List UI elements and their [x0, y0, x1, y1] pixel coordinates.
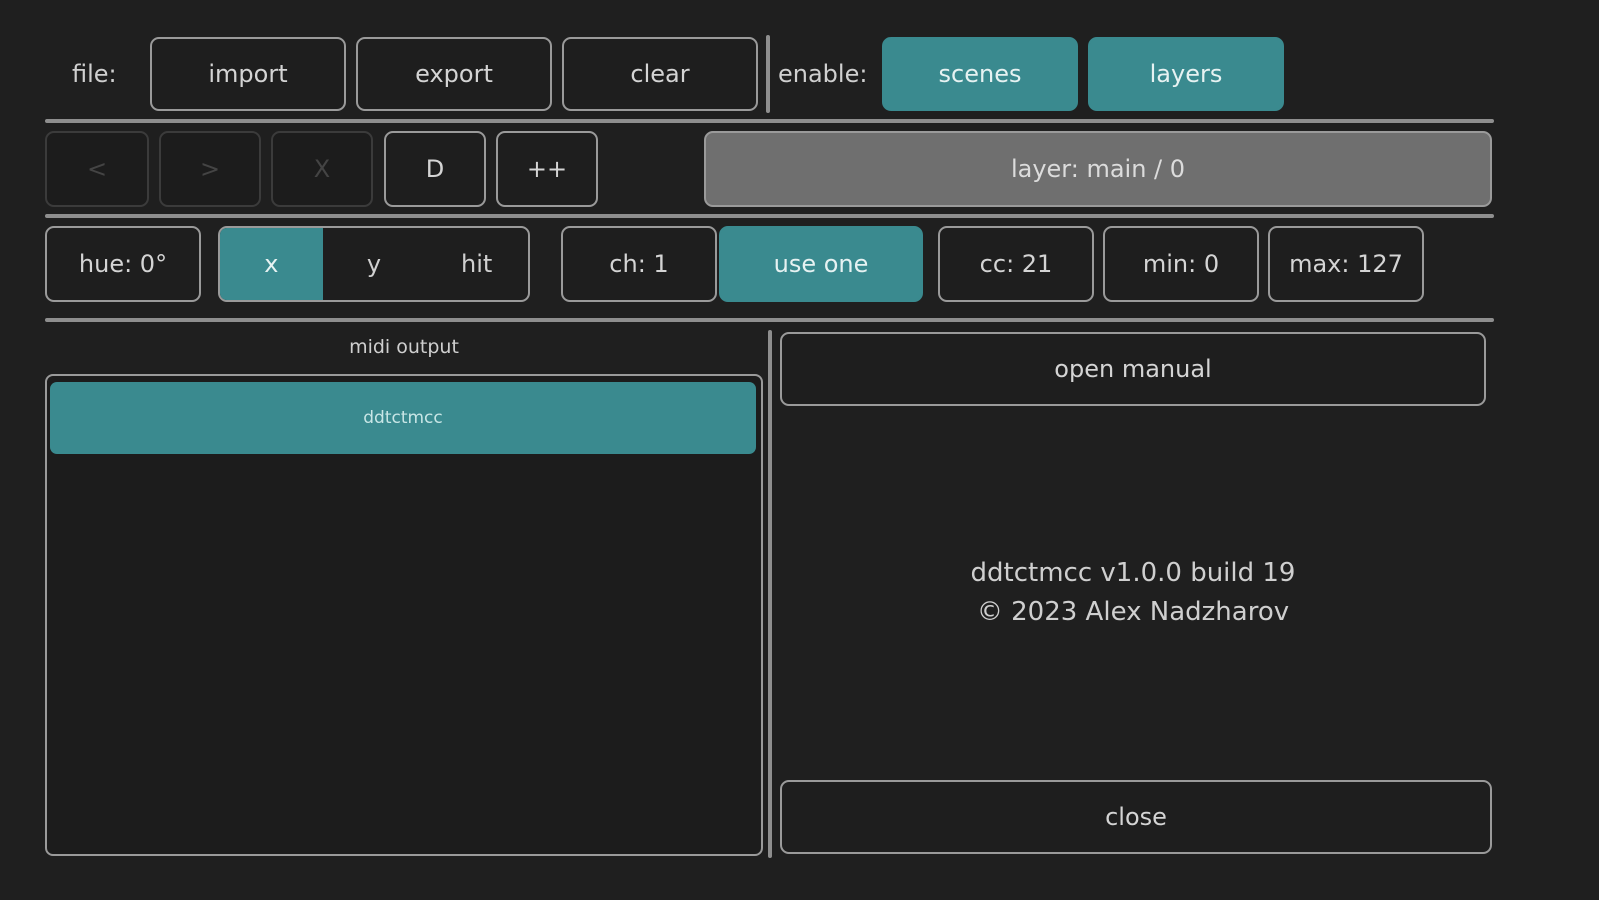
- axis-option-y[interactable]: y: [323, 228, 426, 300]
- toolbar-divider: [766, 35, 770, 113]
- channel-button[interactable]: ch: 1: [561, 226, 717, 302]
- duplicate-button[interactable]: D: [384, 131, 486, 207]
- prev-scene-button[interactable]: <: [45, 131, 149, 207]
- row-divider-1: [45, 119, 1494, 123]
- next-scene-button[interactable]: >: [159, 131, 261, 207]
- axis-option-hit[interactable]: hit: [425, 228, 528, 300]
- add-scene-button[interactable]: ++: [496, 131, 598, 207]
- midi-device-list[interactable]: ddtctmcc: [45, 374, 763, 856]
- close-button[interactable]: close: [780, 780, 1492, 854]
- midi-device-item[interactable]: ddtctmcc: [50, 382, 756, 454]
- enable-label: enable:: [778, 60, 868, 88]
- midi-output-heading: midi output: [349, 336, 459, 358]
- open-manual-button[interactable]: open manual: [780, 332, 1486, 406]
- version-text: ddtctmcc v1.0.0 build 19: [970, 558, 1296, 588]
- delete-scene-button[interactable]: X: [271, 131, 373, 207]
- panel-divider: [768, 330, 772, 858]
- axis-option-x[interactable]: x: [220, 228, 323, 300]
- scenes-toggle[interactable]: scenes: [882, 37, 1078, 111]
- clear-button[interactable]: clear: [562, 37, 758, 111]
- use-one-toggle[interactable]: use one: [719, 226, 923, 302]
- layer-selector[interactable]: layer: main / 0: [704, 131, 1492, 207]
- row-divider-3: [45, 318, 1494, 322]
- file-label: file:: [72, 60, 117, 88]
- copyright-text: © 2023 Alex Nadzharov: [976, 597, 1290, 627]
- max-button[interactable]: max: 127: [1268, 226, 1424, 302]
- import-button[interactable]: import: [150, 37, 346, 111]
- export-button[interactable]: export: [356, 37, 552, 111]
- min-button[interactable]: min: 0: [1103, 226, 1259, 302]
- hue-button[interactable]: hue: 0°: [45, 226, 201, 302]
- layers-toggle[interactable]: layers: [1088, 37, 1284, 111]
- row-divider-2: [45, 214, 1494, 218]
- cc-button[interactable]: cc: 21: [938, 226, 1094, 302]
- axis-selector[interactable]: x y hit: [218, 226, 530, 302]
- about-text: ddtctmcc v1.0.0 build 19 © 2023 Alex Nad…: [780, 554, 1486, 632]
